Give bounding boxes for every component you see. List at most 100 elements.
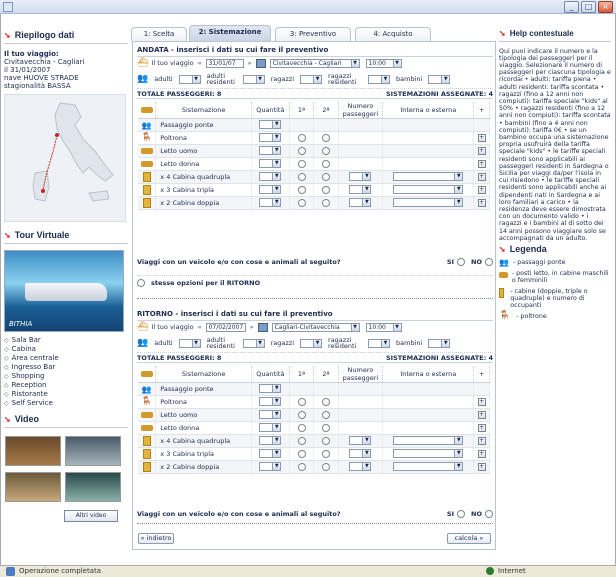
passengers-select[interactable]: ▼	[349, 461, 372, 471]
second-class-radio[interactable]	[321, 186, 330, 194]
video-thumb[interactable]	[65, 472, 122, 502]
ritorno-route-select[interactable]: Cagliari-Civitavecchia ▼	[271, 322, 360, 332]
tab-preventivo[interactable]: 3: Preventivo	[275, 27, 351, 41]
adulti-residenti-select[interactable]: ▼	[242, 338, 265, 348]
more-videos-button[interactable]: Altri video	[64, 510, 118, 522]
ritorno-date-input[interactable]: 07/02/2007	[205, 322, 246, 332]
video-thumb[interactable]	[5, 472, 61, 502]
passengers-select[interactable]: ▼	[349, 197, 372, 207]
add-icon[interactable]: +	[477, 424, 486, 432]
andata-date-input[interactable]: 31/01/07	[205, 58, 244, 68]
quantity-select[interactable]: ▼	[259, 383, 282, 393]
adulti-residenti-select[interactable]: ▼	[242, 74, 265, 84]
quantity-select[interactable]: ▼	[259, 435, 282, 445]
quantity-select[interactable]: ▼	[259, 145, 282, 155]
prev-date-icon[interactable]: «	[198, 323, 202, 331]
quantity-select[interactable]: ▼	[259, 409, 282, 419]
add-icon[interactable]: +	[477, 398, 486, 406]
andata-route-select[interactable]: Civitavecchia - Cagliari ▼	[269, 58, 360, 68]
tour-item[interactable]: Reception	[4, 381, 128, 390]
tab-sistemazione[interactable]: 2: Sistemazione	[189, 25, 271, 41]
tour-item[interactable]: Ingresso Bar	[4, 363, 128, 372]
first-class-radio[interactable]	[297, 173, 306, 181]
first-class-radio[interactable]	[297, 186, 306, 194]
first-class-radio[interactable]	[297, 424, 306, 432]
quantity-select[interactable]: ▼	[259, 448, 282, 458]
first-class-radio[interactable]	[297, 411, 306, 419]
second-class-radio[interactable]	[321, 463, 330, 471]
tour-item[interactable]: Area centrale	[4, 354, 128, 363]
tour-item[interactable]: Self Service	[4, 399, 128, 408]
interna-esterna-select[interactable]: ▼	[393, 184, 464, 194]
first-class-radio[interactable]	[297, 463, 306, 471]
interna-esterna-select[interactable]: ▼	[393, 197, 464, 207]
ragazzi-select[interactable]: ▼	[300, 74, 323, 84]
ragazzi-residenti-select[interactable]: ▼	[368, 338, 391, 348]
quantity-select[interactable]: ▼	[259, 119, 282, 129]
minimize-button[interactable]: _	[564, 1, 579, 13]
stesse-opzioni-radio[interactable]	[137, 279, 145, 287]
adulti-select[interactable]: ▼	[178, 338, 201, 348]
adulti-select[interactable]: ▼	[178, 74, 201, 84]
add-icon[interactable]: +	[477, 411, 486, 419]
interna-esterna-select[interactable]: ▼	[393, 171, 464, 181]
add-icon[interactable]: +	[477, 450, 486, 458]
quantity-select[interactable]: ▼	[259, 184, 282, 194]
second-class-radio[interactable]	[321, 411, 330, 419]
video-thumb[interactable]	[65, 436, 122, 466]
veicolo-si-radio[interactable]	[457, 510, 466, 518]
maximize-button[interactable]: □	[581, 1, 596, 13]
interna-esterna-select[interactable]: ▼	[393, 448, 464, 458]
quantity-select[interactable]: ▼	[259, 197, 282, 207]
calendar-icon[interactable]	[257, 322, 268, 332]
passengers-select[interactable]: ▼	[349, 171, 372, 181]
video-thumb[interactable]	[5, 436, 61, 466]
add-icon[interactable]: +	[477, 160, 486, 168]
veicolo-si-radio[interactable]	[457, 258, 466, 266]
add-icon[interactable]: +	[477, 147, 486, 155]
quantity-select[interactable]: ▼	[259, 132, 282, 142]
first-class-radio[interactable]	[297, 147, 306, 155]
bambini-select[interactable]: ▼	[428, 338, 451, 348]
second-class-radio[interactable]	[321, 398, 330, 406]
add-icon[interactable]: +	[477, 199, 486, 207]
add-icon[interactable]: +	[477, 173, 486, 181]
second-class-radio[interactable]	[321, 437, 330, 445]
ship-image[interactable]: BITHIA	[4, 250, 124, 332]
second-class-radio[interactable]	[321, 160, 330, 168]
calendar-icon[interactable]	[255, 58, 266, 68]
first-class-radio[interactable]	[297, 134, 306, 142]
quantity-select[interactable]: ▼	[259, 396, 282, 406]
andata-time-select[interactable]: 10:00 ▼	[365, 58, 402, 68]
tab-acquisto[interactable]: 4: Acquisto	[355, 27, 431, 41]
tour-item[interactable]: Shopping	[4, 372, 128, 381]
add-icon[interactable]: +	[477, 186, 486, 194]
first-class-radio[interactable]	[297, 450, 306, 458]
first-class-radio[interactable]	[297, 398, 306, 406]
quantity-select[interactable]: ▼	[259, 158, 282, 168]
quantity-select[interactable]: ▼	[259, 171, 282, 181]
passengers-select[interactable]: ▼	[349, 448, 372, 458]
quantity-select[interactable]: ▼	[259, 461, 282, 471]
ritorno-time-select[interactable]: 10:00 ▼	[365, 322, 402, 332]
close-button[interactable]: ×	[598, 1, 613, 13]
back-button[interactable]: « indietro	[138, 533, 174, 544]
calcola-button[interactable]: calcola »	[447, 533, 491, 544]
add-icon[interactable]: +	[477, 134, 486, 142]
first-class-radio[interactable]	[297, 199, 306, 207]
tab-scelta[interactable]: 1: Scelta	[131, 27, 187, 41]
tour-item[interactable]: Sala Bar	[4, 336, 128, 345]
passengers-select[interactable]: ▼	[349, 435, 372, 445]
passengers-select[interactable]: ▼	[349, 184, 372, 194]
ragazzi-select[interactable]: ▼	[300, 338, 323, 348]
second-class-radio[interactable]	[321, 450, 330, 458]
next-date-icon[interactable]: »	[248, 59, 252, 67]
second-class-radio[interactable]	[321, 147, 330, 155]
add-icon[interactable]: +	[477, 463, 486, 471]
veicolo-no-radio[interactable]	[485, 510, 493, 518]
next-date-icon[interactable]: »	[250, 323, 254, 331]
tour-item[interactable]: Ristorante	[4, 390, 128, 399]
second-class-radio[interactable]	[321, 173, 330, 181]
add-icon[interactable]: +	[477, 437, 486, 445]
second-class-radio[interactable]	[321, 134, 330, 142]
